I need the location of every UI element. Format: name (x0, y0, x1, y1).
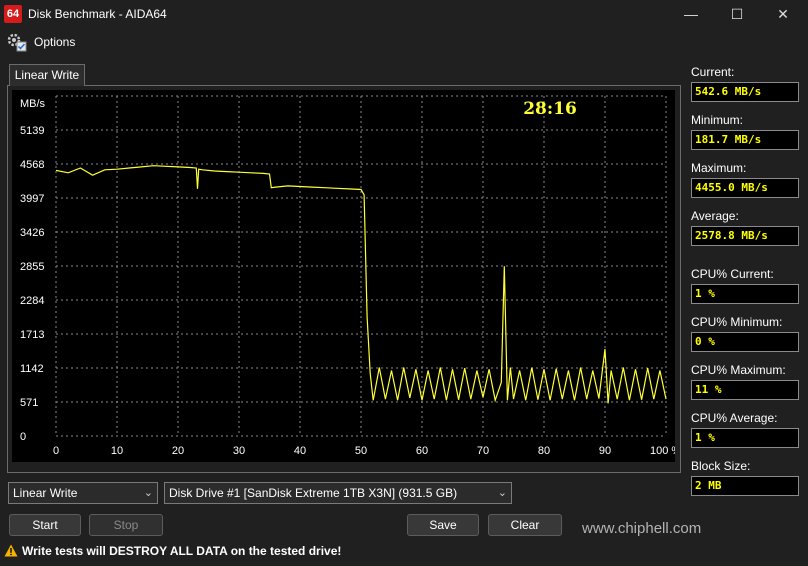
maximum-label: Maximum: (691, 161, 747, 175)
x-tick-label: 0 (53, 445, 59, 457)
y-axis-label: MB/s (20, 98, 46, 110)
start-button[interactable]: Start (9, 514, 81, 536)
minimum-label: Minimum: (691, 113, 744, 127)
cpu-average-label: CPU% Average: (691, 411, 778, 425)
block-size-value: 2 MB (691, 476, 799, 496)
x-tick-label: 70 (477, 445, 489, 457)
y-tick-label: 3997 (20, 193, 44, 205)
minimum-value: 181.7 MB/s (691, 130, 799, 150)
tab-linear-write[interactable]: Linear Write (9, 64, 85, 86)
menu-bar: Options (0, 28, 808, 58)
average-label: Average: (691, 209, 739, 223)
chevron-down-icon: ⌄ (143, 487, 153, 499)
aida64-app-icon[interactable]: 64 (4, 5, 22, 23)
test-type-value: Linear Write (13, 486, 78, 500)
x-tick-label: 40 (294, 445, 306, 457)
block-size-label: Block Size: (691, 459, 751, 473)
cpu-current-value: 1 % (691, 284, 799, 304)
close-button[interactable]: ✕ (760, 0, 806, 28)
options-gear-icon[interactable] (6, 31, 28, 53)
x-tick-label: 30 (233, 445, 245, 457)
options-menu[interactable]: Options (34, 35, 75, 49)
cpu-average-value: 1 % (691, 428, 799, 448)
x-tick-label: 50 (355, 445, 367, 457)
cpu-minimum-label: CPU% Minimum: (691, 315, 783, 329)
x-tick-label: 90 (599, 445, 611, 457)
average-value: 2578.8 MB/s (691, 226, 799, 246)
title-bar: 64 Disk Benchmark - AIDA64 — ☐ ✕ (0, 0, 808, 28)
maximize-button[interactable]: ☐ (714, 0, 760, 28)
minimize-button[interactable]: — (668, 0, 714, 28)
y-tick-label: 4568 (20, 159, 44, 171)
drive-select[interactable]: Disk Drive #1 [SanDisk Extreme 1TB X3N] … (164, 482, 512, 504)
x-tick-label: 60 (416, 445, 428, 457)
stop-button[interactable]: Stop (89, 514, 163, 536)
cpu-maximum-label: CPU% Maximum: (691, 363, 786, 377)
y-tick-label: 1713 (20, 329, 44, 341)
x-tick-label: 20 (172, 445, 184, 457)
cpu-current-label: CPU% Current: (691, 267, 774, 281)
cpu-minimum-value: 0 % (691, 332, 799, 352)
chevron-down-icon: ⌄ (497, 487, 507, 499)
watermark: www.chiphell.com (582, 520, 702, 537)
clear-button[interactable]: Clear (488, 514, 562, 536)
elapsed-timer: 28:16 (523, 99, 577, 119)
benchmark-chart: MB/s 5139 4568 3997 3426 2855 2284 1713 1142 571 0… (12, 90, 675, 462)
window-title: Disk Benchmark - AIDA64 (28, 7, 167, 21)
y-tick-label: 5139 (20, 125, 44, 137)
warning-text: Write tests will DESTROY ALL DATA on the… (22, 544, 342, 558)
save-button[interactable]: Save (407, 514, 479, 536)
x-tick-label: 100 % (650, 445, 675, 457)
y-tick-label: 2284 (20, 295, 44, 307)
chart-svg: MB/s 5139 4568 3997 3426 2855 2284 1713 1142 571 0… (20, 95, 675, 457)
y-tick-label: 1142 (20, 363, 44, 375)
x-tick-label: 10 (111, 445, 123, 457)
y-tick-label: 0 (20, 431, 26, 443)
y-tick-label: 571 (20, 397, 38, 409)
warning-icon (4, 544, 18, 557)
test-type-select[interactable]: Linear Write ⌄ (8, 482, 158, 504)
current-value: 542.6 MB/s (691, 82, 799, 102)
y-tick-label: 2855 (20, 261, 44, 273)
current-label: Current: (691, 65, 735, 79)
cpu-maximum-value: 11 % (691, 380, 799, 400)
maximum-value: 4455.0 MB/s (691, 178, 799, 198)
x-tick-label: 80 (538, 445, 550, 457)
warning-bar: Write tests will DESTROY ALL DATA on the… (4, 544, 341, 558)
y-tick-label: 3426 (20, 227, 44, 239)
drive-select-value: Disk Drive #1 [SanDisk Extreme 1TB X3N] … (169, 486, 458, 500)
